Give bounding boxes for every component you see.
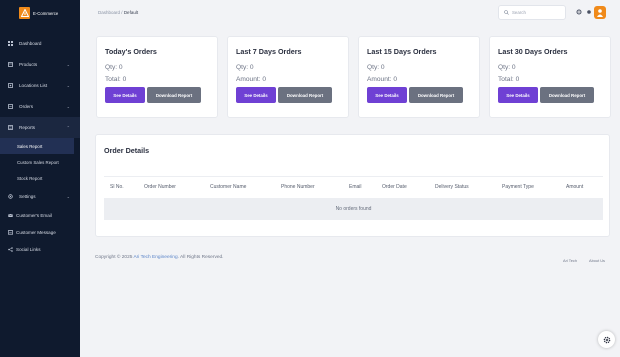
sidebar-item-label: Orders (19, 104, 34, 109)
sidebar-item-label: Customer's Email (16, 213, 52, 218)
sidebar-item-locations[interactable]: Locations List ⌄ (0, 75, 80, 96)
summary-card-15-days: Last 15 Days Orders Qty: 0 Amount: 0 See… (358, 36, 480, 118)
card-amount: Amount: 0 (236, 76, 267, 83)
card-qty: Qty: 0 (105, 64, 123, 71)
sidebar-nav: Dashboard Products ⌄ Locations List ⌄ Or… (0, 33, 80, 258)
settings-fab-button[interactable] (598, 331, 615, 348)
sidebar-item-settings[interactable]: Settings ⌄ (0, 186, 80, 207)
share-icon (8, 247, 13, 252)
sidebar-item-label: Dashboard (19, 41, 42, 46)
see-details-button[interactable]: See Details (105, 87, 145, 103)
see-details-button[interactable]: See Details (367, 87, 407, 103)
empty-state: No orders found (104, 198, 603, 220)
card-qty: Qty: 0 (498, 64, 516, 71)
breadcrumb-separator: / (121, 10, 123, 15)
mail-icon (8, 213, 13, 218)
card-title: Today's Orders (105, 47, 157, 56)
sidebar-item-label: Social Links (16, 247, 41, 252)
search-input[interactable]: Search (498, 5, 566, 20)
see-details-button[interactable]: See Details (236, 87, 276, 103)
cart-icon (8, 104, 13, 109)
company-link[interactable]: Ari Tech Engineering (133, 255, 177, 260)
sidebar-subitem-stock-report[interactable]: Stock Report (0, 170, 80, 186)
breadcrumb: Dashboard / Default (98, 10, 138, 15)
summary-card-today: Today's Orders Qty: 0 Total: 0 See Detai… (96, 36, 218, 118)
sidebar-item-label: Reports (19, 125, 36, 130)
breadcrumb-current: Default (123, 10, 139, 15)
summary-card-7-days: Last 7 Days Orders Qty: 0 Amount: 0 See … (227, 36, 349, 118)
table-header: Sl No. Order Number Customer Name Phone … (104, 176, 603, 198)
column-header-amount[interactable]: Amount (566, 184, 583, 190)
search-icon (504, 10, 509, 15)
sidebar-item-label: Locations List (19, 83, 48, 88)
brand[interactable]: E-Commerce (19, 7, 58, 19)
sidebar-subitem-custom-sales-report[interactable]: Custom Sales Report (0, 154, 80, 170)
card-title: Last 30 Days Orders (498, 47, 568, 56)
chevron-down-icon: ⌄ (66, 62, 70, 67)
chevron-down-icon: ⌄ (66, 83, 70, 88)
breadcrumb-root[interactable]: Dashboard (98, 10, 120, 15)
brand-logo-icon (19, 7, 30, 19)
panel-title: Order Details (104, 146, 150, 155)
footer-link-about-us[interactable]: About Us (589, 258, 605, 263)
grid-icon (8, 41, 13, 46)
see-details-button[interactable]: See Details (498, 87, 538, 103)
card-total: Total: 0 (105, 76, 127, 83)
card-qty: Qty: 0 (236, 64, 254, 71)
brand-name: E-Commerce (33, 10, 59, 16)
download-report-button[interactable]: Download Report (278, 87, 332, 103)
sidebar-item-reports[interactable]: Reports ⌃ (0, 117, 80, 138)
column-header-email[interactable]: Email (349, 184, 362, 190)
sidebar-item-label: Settings (19, 194, 36, 199)
column-header-delivery-status[interactable]: Delivery Status (435, 184, 469, 190)
sidebar-item-label: Products (19, 62, 38, 67)
download-report-button[interactable]: Download Report (540, 87, 594, 103)
search-placeholder: Search (512, 10, 526, 15)
column-header-payment-type[interactable]: Payment Type (502, 184, 534, 190)
copyright-suffix: . All Rights Reserved. (177, 255, 224, 260)
card-qty: Qty: 0 (367, 64, 385, 71)
message-icon (8, 230, 13, 235)
footer-link-ari-tech[interactable]: Ari Tech (563, 258, 577, 263)
gear-icon (603, 336, 610, 343)
avatar[interactable] (594, 6, 606, 19)
column-header-sl-no[interactable]: Sl No. (110, 184, 124, 190)
topbar: Dashboard / Default Search (80, 0, 620, 26)
sidebar-item-label: Customer Message (16, 230, 56, 235)
sidebar-item-customer-message[interactable]: Customer Message (0, 224, 80, 241)
footer-copyright: Copyright © 2025 Ari Tech Engineering. A… (95, 255, 224, 260)
copyright-prefix: Copyright © 2025 (95, 255, 134, 260)
column-header-order-number[interactable]: Order Number (144, 184, 176, 190)
card-total: Total: 0 (498, 76, 520, 83)
sidebar: E-Commerce Dashboard Products ⌄ Location… (0, 0, 80, 357)
sidebar-item-orders[interactable]: Orders ⌄ (0, 96, 80, 117)
chevron-down-icon: ⌄ (66, 104, 70, 109)
sidebar-item-social-links[interactable]: Social Links (0, 241, 80, 258)
column-header-customer-name[interactable]: Customer Name (210, 184, 246, 190)
settings-gear-icon[interactable] (576, 9, 582, 15)
download-report-button[interactable]: Download Report (147, 87, 201, 103)
summary-card-30-days: Last 30 Days Orders Qty: 0 Total: 0 See … (489, 36, 611, 118)
column-header-phone-number[interactable]: Phone Number (281, 184, 315, 190)
pin-icon (8, 83, 13, 88)
gear-icon (8, 194, 13, 199)
sidebar-item-customers-email[interactable]: Customer's Email (0, 207, 80, 224)
card-title: Last 15 Days Orders (367, 47, 437, 56)
sidebar-subitem-sales-report[interactable]: Sales Report (0, 138, 74, 154)
column-header-order-date[interactable]: Order Date (382, 184, 407, 190)
chevron-down-icon: ⌄ (66, 194, 70, 199)
card-amount: Amount: 0 (367, 76, 398, 83)
sidebar-item-dashboard[interactable]: Dashboard (0, 33, 80, 54)
order-details-panel: Order Details Sl No. Order Number Custom… (95, 134, 610, 237)
card-title: Last 7 Days Orders (236, 47, 302, 56)
report-icon (8, 125, 13, 130)
box-icon (8, 62, 13, 67)
chevron-up-icon: ⌃ (66, 125, 70, 130)
sidebar-item-products[interactable]: Products ⌄ (0, 54, 80, 75)
notification-icon[interactable] (586, 9, 592, 15)
download-report-button[interactable]: Download Report (409, 87, 463, 103)
